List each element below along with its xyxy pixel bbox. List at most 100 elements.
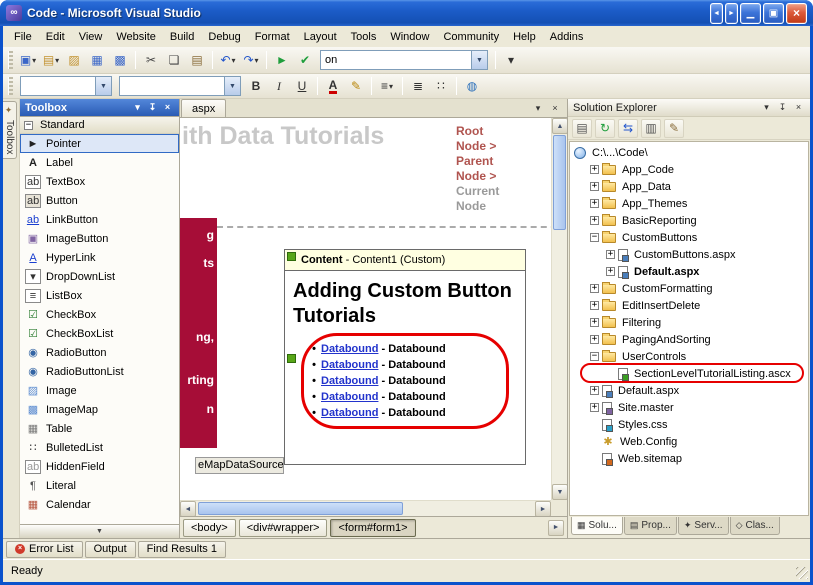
panel-tab-prop[interactable]: ▤Prop...: [624, 517, 677, 535]
tree-item-custombuttons-aspx[interactable]: +CustomButtons.aspx: [570, 246, 808, 263]
tag-nav-body[interactable]: <body>: [183, 519, 236, 537]
nav-item-fragment[interactable]: n: [207, 402, 214, 416]
toolbox-item-label[interactable]: ALabel: [20, 153, 179, 172]
expander-plus-icon[interactable]: +: [590, 403, 599, 412]
check-page-button[interactable]: ✔: [294, 49, 316, 71]
tree-item-styles-css[interactable]: Styles.css: [570, 416, 808, 433]
restore-button[interactable]: ▣: [763, 3, 784, 24]
tree-item-default-aspx[interactable]: +Default.aspx: [570, 263, 808, 280]
tag-scroll-right-button[interactable]: ►: [548, 520, 564, 536]
menu-file[interactable]: File: [7, 28, 39, 46]
copy-button[interactable]: ❏: [163, 49, 185, 71]
font-color-button[interactable]: A: [322, 75, 344, 97]
vertical-scrollbar[interactable]: ▲ ▼: [551, 118, 567, 500]
toolbox-item-bulletedlist[interactable]: ∷BulletedList: [20, 438, 179, 457]
toolbox-item-checkbox[interactable]: ☑CheckBox: [20, 305, 179, 324]
cut-button[interactable]: ✂: [140, 49, 162, 71]
bottom-tab-output[interactable]: Output: [85, 541, 136, 558]
toolbox-item-textbox[interactable]: abTextBox: [20, 172, 179, 191]
content-placeholder[interactable]: Content - Content1 (Custom) Adding Custo…: [284, 249, 526, 465]
toolbox-item-imagebutton[interactable]: ▣ImageButton: [20, 229, 179, 248]
menu-debug[interactable]: Debug: [201, 28, 247, 46]
save-all-button[interactable]: ▩: [109, 49, 131, 71]
menu-website[interactable]: Website: [109, 28, 163, 46]
undo-button[interactable]: ↶▾: [217, 49, 239, 71]
nav-item-fragment[interactable]: ts: [203, 256, 214, 270]
toolbox-item-checkboxlist[interactable]: ☑CheckBoxList: [20, 324, 179, 343]
solution-explorer-header[interactable]: Solution Explorer ▾↧×: [568, 99, 810, 117]
close-document-icon[interactable]: ×: [548, 103, 562, 114]
toolbox-item-dropdownlist[interactable]: ▾DropDownList: [20, 267, 179, 286]
redo-button[interactable]: ↷▾: [240, 49, 262, 71]
toolbox-item-button[interactable]: abButton: [20, 191, 179, 210]
toolbox-item-literal[interactable]: ¶Literal: [20, 476, 179, 495]
window-position-icon[interactable]: ▾: [760, 102, 773, 113]
tree-item-web-config[interactable]: ✱Web.Config: [570, 433, 808, 450]
minimize-button[interactable]: ▁: [740, 3, 761, 24]
databound-link[interactable]: Databound: [321, 343, 378, 355]
expander-plus-icon[interactable]: +: [606, 267, 615, 276]
combo-dropdown-icon[interactable]: ▼: [95, 77, 111, 95]
expander-minus-icon[interactable]: −: [590, 352, 599, 361]
content-control-glyph[interactable]: [287, 252, 296, 261]
bottom-tab-error-list[interactable]: ×Error List: [6, 541, 83, 558]
font-name-combo[interactable]: ▼: [20, 76, 112, 96]
properties-button[interactable]: ▤: [572, 119, 592, 138]
paste-button[interactable]: ▤: [186, 49, 208, 71]
databound-link[interactable]: Databound: [321, 391, 378, 403]
toolbar-grip[interactable]: [8, 77, 13, 95]
tree-item-c-code[interactable]: C:\...\Code\: [570, 144, 808, 161]
scroll-down-button[interactable]: ▼: [552, 484, 567, 500]
panel-tab-serv[interactable]: ✦Serv...: [678, 517, 729, 535]
tree-item-filtering[interactable]: +Filtering: [570, 314, 808, 331]
scroll-right-button[interactable]: ►: [535, 501, 551, 516]
panel-tab-solu[interactable]: ▦Solu...: [571, 517, 623, 535]
tree-item-customformatting[interactable]: +CustomFormatting: [570, 280, 808, 297]
copy-website-button[interactable]: ⇆: [618, 119, 638, 138]
expander-plus-icon[interactable]: +: [590, 386, 599, 395]
toolbox-item-image[interactable]: ▨Image: [20, 381, 179, 400]
design-surface[interactable]: ith Data Tutorials RootNode >ParentNode …: [180, 118, 567, 516]
highlight-button[interactable]: ✎: [345, 75, 367, 97]
scroll-up-button[interactable]: ▲: [552, 118, 567, 134]
menu-help[interactable]: Help: [506, 28, 543, 46]
hyperlink-button[interactable]: ◍: [461, 75, 483, 97]
document-tab[interactable]: aspx: [181, 99, 226, 117]
toolbox-item-listbox[interactable]: ≡ListBox: [20, 286, 179, 305]
menu-layout[interactable]: Layout: [297, 28, 344, 46]
panel-tab-clas[interactable]: ◇Clas...: [730, 517, 780, 535]
tree-item-app-themes[interactable]: +App_Themes: [570, 195, 808, 212]
tree-item-web-sitemap[interactable]: Web.sitemap: [570, 450, 808, 467]
horizontal-scroll-thumb[interactable]: [198, 502, 403, 515]
save-button[interactable]: ▦: [86, 49, 108, 71]
nav-item-fragment[interactable]: rting: [187, 373, 214, 387]
toolbar-grip[interactable]: [8, 51, 13, 69]
bottom-tab-find-results-1[interactable]: Find Results 1: [138, 541, 226, 558]
toolbox-item-linkbutton[interactable]: abLinkButton: [20, 210, 179, 229]
expander-plus-icon[interactable]: +: [606, 250, 615, 259]
menu-community[interactable]: Community: [436, 28, 506, 46]
align-button[interactable]: ≡▾: [376, 75, 398, 97]
expander-plus-icon[interactable]: +: [590, 284, 599, 293]
auto-hide-pin-icon[interactable]: ↧: [146, 101, 159, 114]
toolbox-item-calendar[interactable]: ▦Calendar: [20, 495, 179, 514]
close-button[interactable]: ×: [786, 3, 807, 24]
auto-hide-pin-icon[interactable]: ↧: [776, 102, 789, 113]
close-icon[interactable]: ×: [792, 102, 805, 113]
menu-edit[interactable]: Edit: [39, 28, 72, 46]
underline-button[interactable]: U: [291, 75, 313, 97]
bold-button[interactable]: B: [245, 75, 267, 97]
databound-link[interactable]: Databound: [321, 359, 378, 371]
toolbox-item-radiobutton[interactable]: ◉RadioButton: [20, 343, 179, 362]
tree-item-usercontrols[interactable]: −UserControls: [570, 348, 808, 365]
title-nav-left-icon[interactable]: ◄: [710, 3, 723, 24]
add-item-button[interactable]: ▤▾: [40, 49, 62, 71]
tree-item-app-data[interactable]: +App_Data: [570, 178, 808, 195]
toolbox-scroll-down[interactable]: ▼: [20, 524, 179, 538]
toolbox-item-radiobuttonlist[interactable]: ◉RadioButtonList: [20, 362, 179, 381]
toolbar-combo[interactable]: on ▼: [320, 50, 488, 70]
toolbox-item-table[interactable]: ▦Table: [20, 419, 179, 438]
nest-related-files-button[interactable]: ▥: [641, 119, 661, 138]
toolbox-category-standard[interactable]: − Standard: [20, 117, 179, 134]
breadcrumb-line[interactable]: Root: [456, 124, 499, 139]
